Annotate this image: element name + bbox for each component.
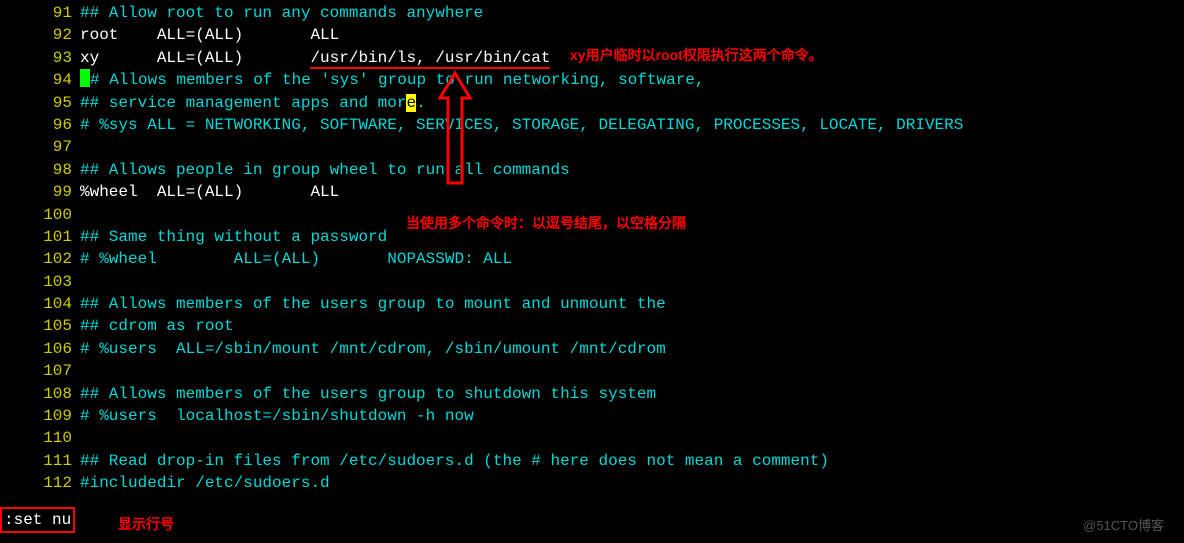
code-line: 91## Allow root to run any commands anyw… <box>0 2 1184 24</box>
line-content: ## Read drop-in files from /etc/sudoers.… <box>80 450 1184 472</box>
line-number: 101 <box>0 226 80 248</box>
line-number: 99 <box>0 181 80 203</box>
code-line: 106# %users ALL=/sbin/mount /mnt/cdrom, … <box>0 338 1184 360</box>
line-content: ## Allows members of the users group to … <box>80 383 1184 405</box>
line-number: 106 <box>0 338 80 360</box>
annotation-lineno: 显示行号 <box>118 515 174 535</box>
line-content: ## cdrom as root <box>80 315 1184 337</box>
line-content: # %sys ALL = NETWORKING, SOFTWARE, SERVI… <box>80 114 1184 136</box>
code-line: 107 <box>0 360 1184 382</box>
line-content <box>80 360 1184 382</box>
line-number: 93 <box>0 47 80 69</box>
line-number: 95 <box>0 92 80 114</box>
code-line: 105## cdrom as root <box>0 315 1184 337</box>
code-line: 95## service management apps and more. <box>0 92 1184 114</box>
code-line: 110 <box>0 427 1184 449</box>
line-number: 97 <box>0 136 80 158</box>
line-number: 102 <box>0 248 80 270</box>
line-content: #includedir /etc/sudoers.d <box>80 472 1184 494</box>
code-line: 92root ALL=(ALL) ALL <box>0 24 1184 46</box>
code-line: 102# %wheel ALL=(ALL) NOPASSWD: ALL <box>0 248 1184 270</box>
line-number: 109 <box>0 405 80 427</box>
line-content <box>80 271 1184 293</box>
watermark: @51CTO博客 <box>1083 517 1164 535</box>
code-line: 112#includedir /etc/sudoers.d <box>0 472 1184 494</box>
line-number: 104 <box>0 293 80 315</box>
line-content: root ALL=(ALL) ALL <box>80 24 1184 46</box>
code-line: 109# %users localhost=/sbin/shutdown -h … <box>0 405 1184 427</box>
line-content: # %wheel ALL=(ALL) NOPASSWD: ALL <box>80 248 1184 270</box>
line-content: # %users ALL=/sbin/mount /mnt/cdrom, /sb… <box>80 338 1184 360</box>
line-number: 110 <box>0 427 80 449</box>
line-number: 96 <box>0 114 80 136</box>
code-line: 108## Allows members of the users group … <box>0 383 1184 405</box>
line-number: 112 <box>0 472 80 494</box>
line-content: # %users localhost=/sbin/shutdown -h now <box>80 405 1184 427</box>
code-line: 104## Allows members of the users group … <box>0 293 1184 315</box>
code-line: 99%wheel ALL=(ALL) ALL <box>0 181 1184 203</box>
line-number: 92 <box>0 24 80 46</box>
annotation-xy-user: xy用户临时以root权限执行这两个命令。 <box>570 46 823 66</box>
line-number: 107 <box>0 360 80 382</box>
code-line: 111## Read drop-in files from /etc/sudoe… <box>0 450 1184 472</box>
line-number: 100 <box>0 204 80 226</box>
line-content: ## Allows people in group wheel to run a… <box>80 159 1184 181</box>
vim-command-line[interactable]: :set nu <box>0 507 75 533</box>
code-line: 98## Allows people in group wheel to run… <box>0 159 1184 181</box>
line-number: 105 <box>0 315 80 337</box>
code-line: 97 <box>0 136 1184 158</box>
line-number: 111 <box>0 450 80 472</box>
line-content: %wheel ALL=(ALL) ALL <box>80 181 1184 203</box>
line-number: 108 <box>0 383 80 405</box>
line-number: 98 <box>0 159 80 181</box>
line-number: 91 <box>0 2 80 24</box>
line-content: ## service management apps and more. <box>80 92 1184 114</box>
annotation-multi-cmd: 当使用多个命令时：以逗号结尾，以空格分隔 <box>406 214 686 234</box>
line-content: ## Allows members of the users group to … <box>80 293 1184 315</box>
line-number: 94 <box>0 69 80 91</box>
code-editor[interactable]: 91## Allow root to run any commands anyw… <box>0 0 1184 495</box>
line-content: # Allows members of the 'sys' group to r… <box>80 69 1184 91</box>
line-content: ## Allow root to run any commands anywhe… <box>80 2 1184 24</box>
line-number: 103 <box>0 271 80 293</box>
line-content <box>80 427 1184 449</box>
code-line: 103 <box>0 271 1184 293</box>
code-line: 96# %sys ALL = NETWORKING, SOFTWARE, SER… <box>0 114 1184 136</box>
line-content <box>80 136 1184 158</box>
code-line: 94 # Allows members of the 'sys' group t… <box>0 69 1184 91</box>
